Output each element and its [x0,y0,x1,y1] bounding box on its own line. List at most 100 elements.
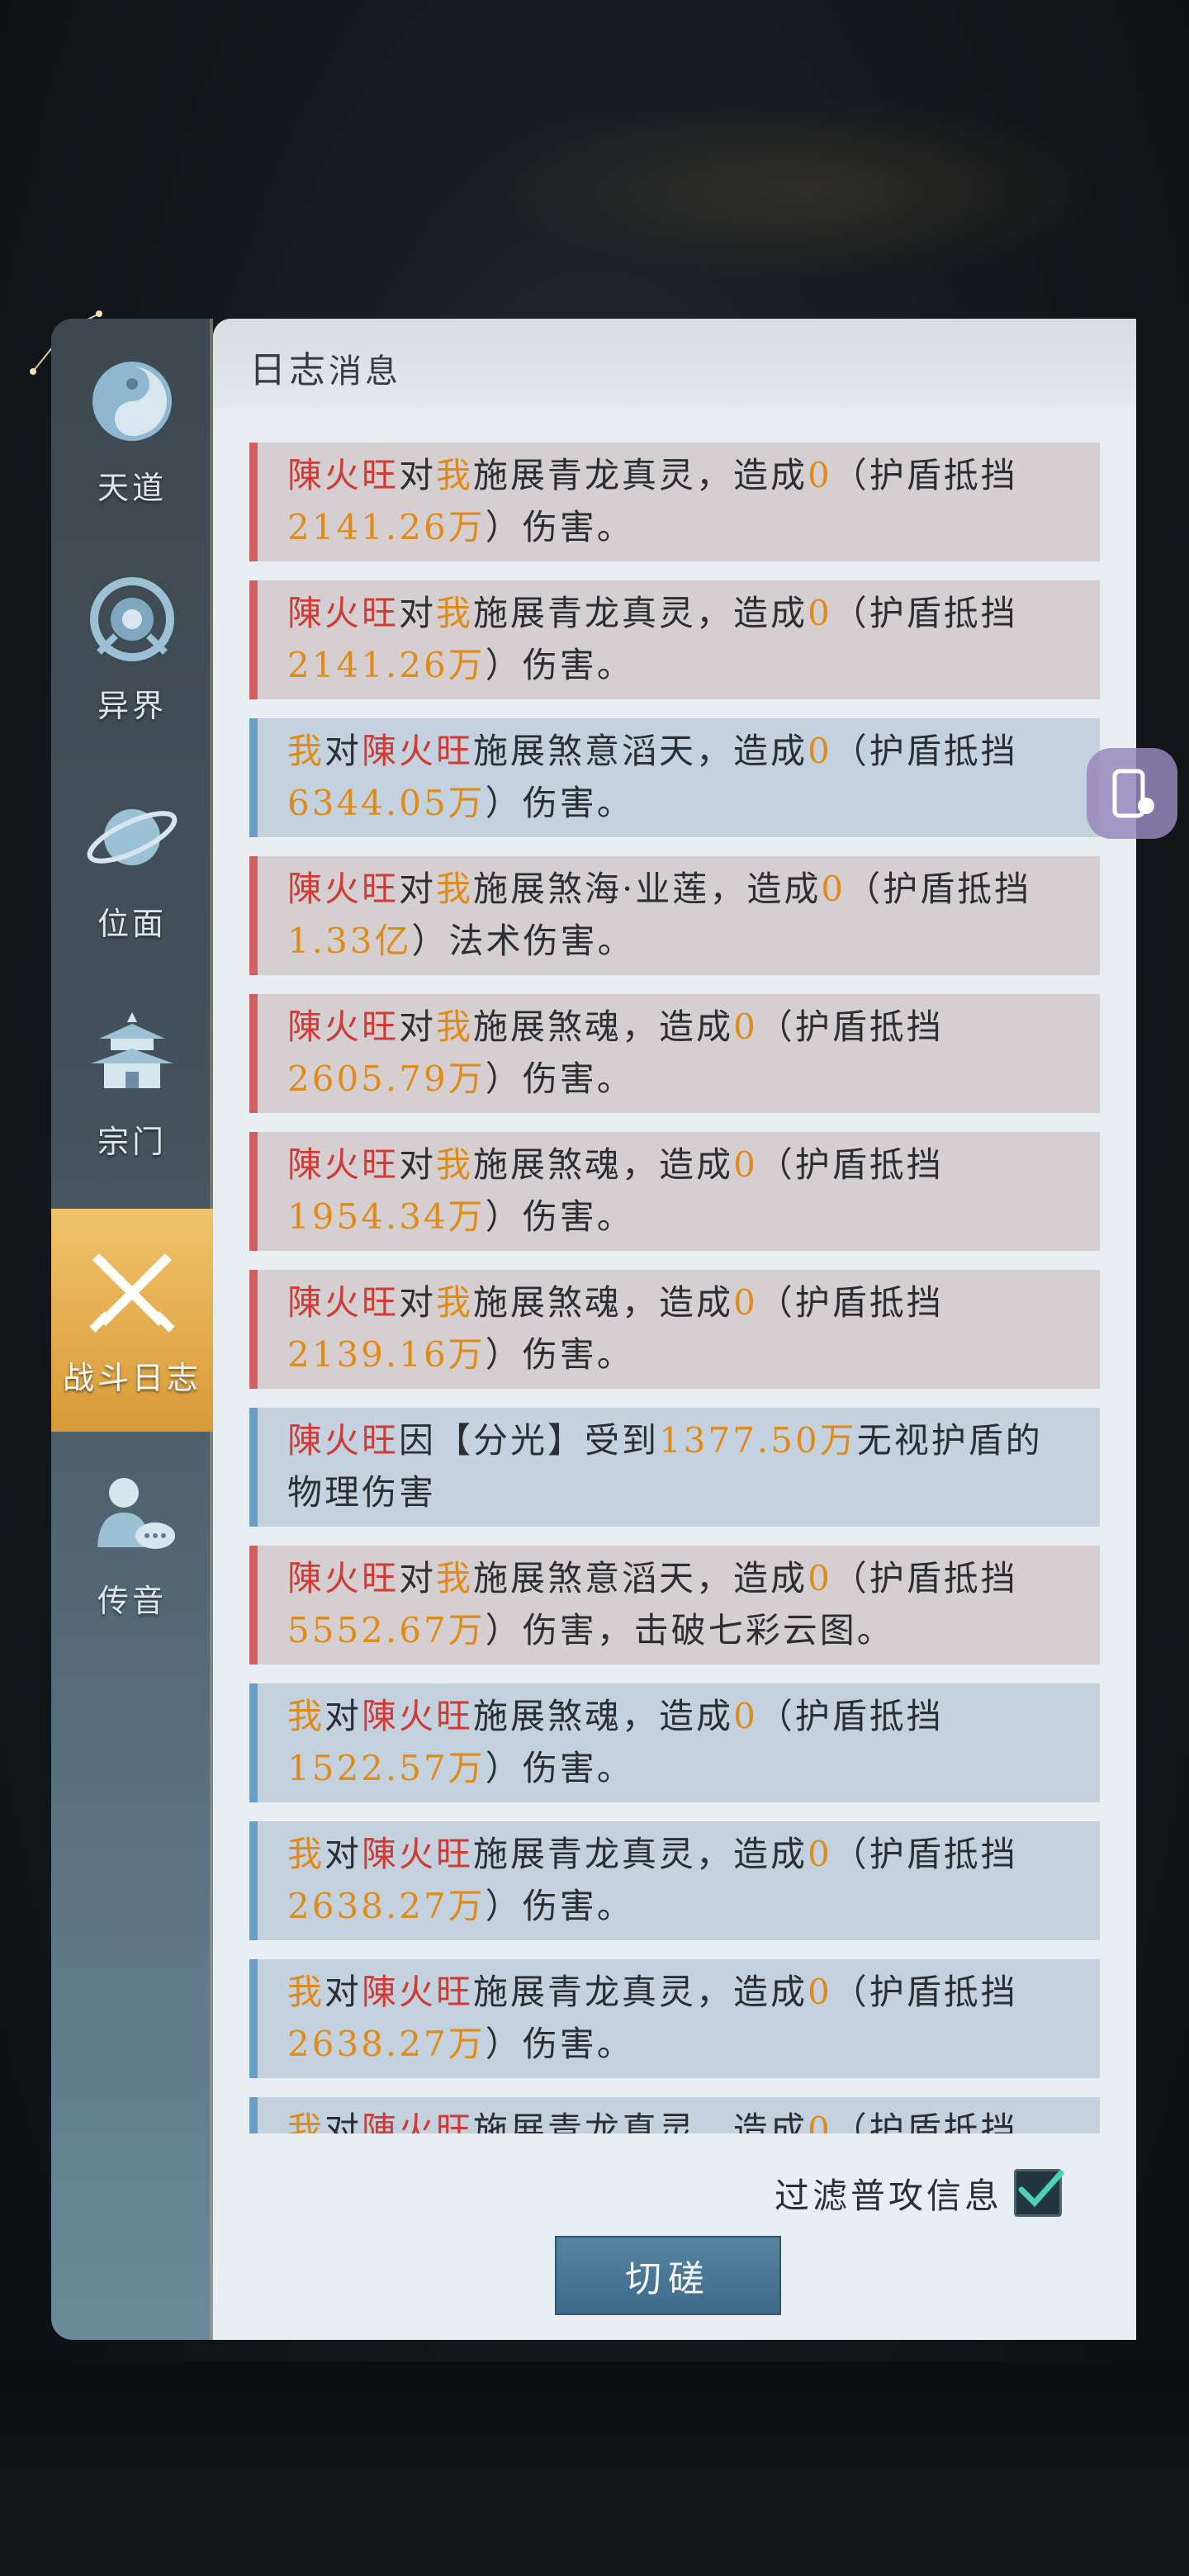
log-entry-t1: 对 [399,1144,437,1185]
floating-assist-button[interactable] [1087,748,1177,839]
log-entry-t2: 施展煞魂，造成 [473,1144,734,1185]
log-entry-v1: 0 [808,2110,832,2133]
log-entry-t2: 施展煞海·业莲，造成 [473,869,822,909]
log-entry-t1: 对 [399,1558,437,1598]
log-entry-t3: （护盾抵挡 [831,593,1018,633]
log-entry: 我对陳火旺施展青龙真灵，造成0（护盾抵挡 [249,2097,1100,2133]
log-entry-v2: 2638.27万 [287,2024,486,2064]
log-entry-v1: 1377.50万 [659,1420,857,1461]
log-entry-a: 我 [287,731,325,771]
log-entry-t4: ）伤害。 [485,1748,634,1788]
log-entry-t3: （护盾抵挡 [757,1006,944,1047]
log-entry-t1: 对 [399,1006,437,1047]
log-entry-v1: 0 [821,869,846,909]
portal-icon [90,577,174,661]
sidebar-item-zongmen[interactable]: 宗门 [51,973,213,1163]
log-entry-v1: 0 [808,593,832,633]
log-entry-t2: 施展青龙真灵，造成 [473,455,808,495]
background-bottom [0,2361,1189,2576]
log-entry-v2: 1522.57万 [287,1748,486,1788]
log-panel: 日志消息 陳火旺对我施展青龙真灵，造成0（护盾抵挡2141.26万）伤害。 陳火旺… [213,319,1136,2340]
log-entry-v2: 6344.05万 [287,783,486,823]
log-entry-t3: （护盾抵挡 [831,1558,1018,1598]
log-entry-t3: （护盾抵挡 [757,1696,944,1736]
filter-label: 过滤普攻信息 [775,2175,1003,2216]
log-entry: 我对陳火旺施展煞魂，造成0（护盾抵挡 1522.57万）伤害。 [249,1683,1100,1802]
log-entry-b: 陳火旺 [362,2110,474,2133]
log-entry-b: 我 [436,1282,474,1323]
filter-checkbox[interactable] [1014,2169,1064,2217]
log-entry-v2: 2139.16万 [287,1334,486,1375]
panel-title-main: 日志 [249,349,329,391]
log-entry: 我对陳火旺施展青龙真灵，造成0（护盾抵挡 2638.27万）伤害。 [249,1959,1100,2078]
log-entry-t2: 施展青龙真灵，造成 [473,1834,808,1874]
sidebar: 天道 异界 位面 宗门 战斗日志 传音 [51,319,231,2340]
sidebar-item-label: 宗门 [97,1124,167,1160]
log-entry-t1: 因【分光】受到 [399,1420,660,1461]
log-entry-t4: ）伤害。 [485,1886,634,1926]
log-entry-a: 陳火旺 [287,1558,400,1598]
messenger-icon [97,1478,175,1549]
panel-header: 日志消息 [213,319,1136,408]
log-entry-b: 陳火旺 [362,1972,474,2012]
log-entry-v1: 0 [808,455,832,495]
crossed-swords-icon [89,1253,175,1333]
log-entry-v1: 0 [733,1282,758,1323]
log-entry-v1: 0 [808,1972,832,2012]
log-entry-t1: 对 [324,1972,362,2012]
panel-title-sub: 消息 [329,353,401,391]
checkmark-icon [1018,2170,1064,2208]
sidebar-item-tiandao[interactable]: 天道 [51,319,213,509]
log-entry: 陳火旺对我施展煞魂，造成0（护盾抵挡 2605.79万）伤害。 [249,994,1100,1113]
log-entry-v1: 0 [733,1144,758,1185]
log-entry-v2: 1954.34万 [287,1196,486,1237]
log-entry-t4: ）伤害。 [485,645,634,685]
log-entry-v2: 5552.67万 [287,1610,486,1650]
log-entry: 陳火旺对我施展煞魂，造成0（护盾抵挡 2139.16万）伤害。 [249,1270,1100,1389]
log-entry-t1: 对 [399,593,437,633]
log-entry-t2: 施展煞意滔天，造成 [473,1558,808,1598]
log-entry-a: 我 [287,2110,325,2133]
log-entry-a: 陳火旺 [287,1006,400,1047]
log-entry-a: 我 [287,1834,325,1874]
log-entry-a: 陳火旺 [287,1420,400,1461]
log-entry-t4: ）伤害。 [485,1334,634,1375]
filter-row[interactable]: 过滤普攻信息 [775,2166,1064,2219]
battle-log-list[interactable]: 陳火旺对我施展青龙真灵，造成0（护盾抵挡2141.26万）伤害。 陳火旺对我施展青… [249,443,1100,2133]
log-entry-b: 我 [436,869,474,909]
planet-icon [87,809,178,865]
log-entry-a: 陳火旺 [287,593,400,633]
log-entry-t2: 施展青龙真灵，造成 [473,1972,808,2012]
sidebar-item-chuanyin[interactable]: 传音 [51,1432,213,1622]
phone-icon [1112,769,1154,818]
log-entry-t2: 施展青龙真灵，造成 [473,2110,808,2133]
log-entry-t4: ）伤害。 [485,1196,634,1237]
sidebar-item-label: 位面 [97,906,167,942]
sidebar-item-yijie[interactable]: 异界 [51,537,213,727]
log-entry-t4: ）伤害。 [485,783,634,823]
log-entry-v2: 2141.26万 [287,645,486,685]
log-entry-v1: 0 [808,1834,832,1874]
log-entry-t4: ）伤害，击破七彩云图。 [485,1610,894,1650]
log-entry-t1: 对 [324,1696,362,1736]
log-entry-t3: （护盾抵挡 [831,1972,1018,2012]
log-entry-t3: （护盾抵挡 [831,455,1018,495]
sidebar-item-battle-log[interactable]: 战斗日志 [51,1209,231,1432]
log-entry-b: 我 [436,1144,474,1185]
log-entry-a: 陳火旺 [287,1282,400,1323]
sidebar-item-label: 异界 [97,688,167,724]
log-entry-v1: 0 [808,1558,832,1598]
log-entry-t3: （护盾抵挡 [831,1834,1018,1874]
spar-button[interactable]: 切磋 [555,2236,781,2315]
log-entry-t4: ）伤害。 [485,507,634,547]
log-entry-v2: 2141.26万 [287,507,486,547]
log-entry: 陳火旺对我施展青龙真灵，造成0（护盾抵挡 2141.26万）伤害。 [249,443,1100,561]
sidebar-item-weimian[interactable]: 位面 [51,755,213,945]
log-entry: 陳火旺对我施展煞海·业莲，造成0（护盾抵挡 1.33亿）法术伤害。 [249,856,1100,975]
log-entry: 陳火旺对我施展煞魂，造成0（护盾抵挡 1954.34万）伤害。 [249,1132,1100,1251]
log-entry: 陳火旺对我施展煞意滔天，造成0（护盾抵挡 5552.67万）伤害，击破七彩云图。 [249,1546,1100,1664]
log-entry-t1: 对 [324,1834,362,1874]
log-entry-b: 我 [436,593,474,633]
log-entry: 陳火旺对我施展青龙真灵，造成0（护盾抵挡 2141.26万）伤害。 [249,580,1100,699]
log-entry-v2: 2605.79万 [287,1058,486,1099]
